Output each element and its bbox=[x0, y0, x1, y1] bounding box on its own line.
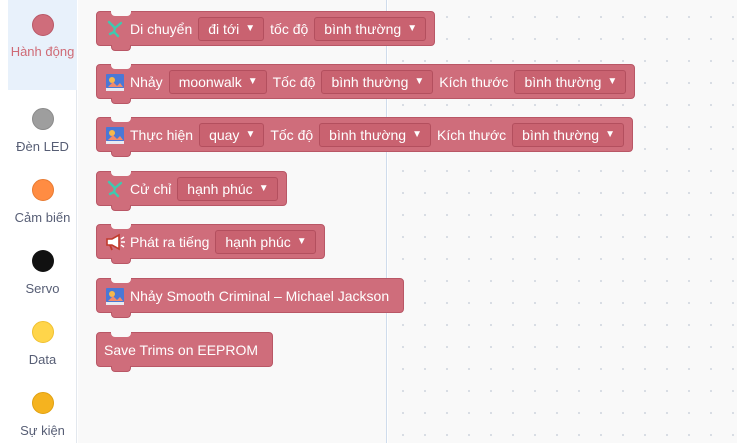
category-label: Hành động bbox=[10, 44, 75, 59]
dance-value: moonwalk bbox=[178, 73, 242, 90]
app-root: Hành động Đèn LED Cảm biến Servo Data Sự… bbox=[0, 0, 737, 443]
gesture-block-label: Cử chỉ bbox=[130, 180, 172, 197]
speed-value: bình thường bbox=[324, 20, 402, 37]
category-servo[interactable]: Servo bbox=[8, 250, 77, 298]
move-block-label: Di chuyển bbox=[130, 20, 193, 37]
perform-block[interactable]: Thực hiện quay ▼ Tốc độ bình thường ▼ Kí… bbox=[96, 117, 634, 157]
size-dropdown[interactable]: bình thường ▼ bbox=[512, 122, 625, 147]
caret-down-icon: ▼ bbox=[296, 236, 307, 247]
category-dot-icon bbox=[31, 250, 54, 272]
perform-block-label: Thực hiện bbox=[130, 126, 194, 143]
action-value: quay bbox=[209, 126, 240, 143]
dance-stage-icon bbox=[104, 71, 126, 93]
caret-down-icon: ▼ bbox=[247, 76, 258, 87]
speed-value: bình thường bbox=[329, 126, 407, 143]
action-dropdown[interactable]: quay ▼ bbox=[199, 122, 265, 147]
speed-dropdown[interactable]: bình thường ▼ bbox=[319, 122, 432, 147]
size-value: bình thường bbox=[522, 126, 600, 143]
category-label: Servo bbox=[25, 281, 60, 296]
mood-value: hạnh phúc bbox=[225, 233, 291, 250]
category-sensor[interactable]: Cảm biến bbox=[8, 179, 77, 227]
category-actions[interactable]: Hành động bbox=[8, 0, 77, 90]
caret-down-icon: ▼ bbox=[407, 23, 418, 34]
caret-down-icon: ▼ bbox=[412, 129, 423, 140]
direction-dropdown[interactable]: đi tới ▼ bbox=[198, 16, 265, 41]
caret-down-icon: ▼ bbox=[605, 129, 616, 140]
smooth-criminal-label: Nhảy Smooth Criminal – Michael Jackson bbox=[130, 287, 390, 304]
save-trims-label: Save Trims on EEPROM bbox=[104, 341, 259, 358]
size-label: Kích thước bbox=[437, 126, 507, 143]
speed-label: Tốc độ bbox=[272, 73, 316, 90]
dance-stage-icon bbox=[104, 285, 126, 307]
gesture-block[interactable]: Cử chỉ hạnh phúc ▼ bbox=[96, 171, 287, 211]
caret-down-icon: ▼ bbox=[245, 23, 256, 34]
sound-block-label: Phát ra tiếng bbox=[130, 233, 210, 250]
category-events[interactable]: Sự kiện bbox=[8, 392, 77, 440]
speed-value: bình thường bbox=[331, 73, 409, 90]
category-dot-icon bbox=[31, 14, 54, 36]
save-trims-block[interactable]: Save Trims on EEPROM bbox=[96, 332, 274, 372]
category-led[interactable]: Đèn LED bbox=[8, 108, 77, 156]
caret-down-icon: ▼ bbox=[245, 129, 256, 140]
move-block[interactable]: Di chuyển đi tới ▼ tốc độ bình thường ▼ bbox=[96, 11, 436, 51]
size-label: Kích thước bbox=[439, 73, 509, 90]
caret-down-icon: ▼ bbox=[414, 76, 425, 87]
category-label: Đèn LED bbox=[16, 139, 69, 154]
dance-dropdown[interactable]: moonwalk ▼ bbox=[168, 69, 267, 94]
jump-block[interactable]: Nhảy moonwalk ▼ Tốc độ bình thường ▼ Kíc… bbox=[96, 64, 636, 104]
caret-down-icon: ▼ bbox=[607, 76, 618, 87]
category-label: Sự kiện bbox=[20, 423, 65, 438]
megaphone-icon bbox=[104, 231, 126, 253]
size-dropdown[interactable]: bình thường ▼ bbox=[514, 69, 627, 94]
size-value: bình thường bbox=[524, 73, 602, 90]
direction-value: đi tới bbox=[208, 20, 240, 37]
dance-figure-icon bbox=[104, 178, 126, 200]
speed-label: Tốc độ bbox=[270, 126, 314, 143]
caret-down-icon: ▼ bbox=[258, 183, 269, 194]
speed-dropdown[interactable]: bình thường ▼ bbox=[321, 69, 434, 94]
category-data[interactable]: Data bbox=[8, 321, 77, 369]
sound-block[interactable]: Phát ra tiếng hạnh phúc ▼ bbox=[96, 224, 325, 264]
category-label: Data bbox=[28, 352, 57, 367]
speed-label: tốc độ bbox=[270, 20, 309, 37]
mood-dropdown[interactable]: hạnh phúc ▼ bbox=[215, 229, 316, 254]
jump-block-label: Nhảy bbox=[130, 73, 163, 90]
speed-dropdown[interactable]: bình thường ▼ bbox=[314, 16, 427, 41]
smooth-criminal-block[interactable]: Nhảy Smooth Criminal – Michael Jackson bbox=[96, 278, 405, 318]
category-dot-icon bbox=[31, 108, 54, 130]
category-dot-icon bbox=[31, 321, 54, 343]
category-dot-icon bbox=[31, 392, 54, 414]
category-sidebar: Hành động Đèn LED Cảm biến Servo Data Sự… bbox=[0, 0, 77, 443]
category-dot-icon bbox=[31, 179, 54, 201]
dance-stage-icon bbox=[104, 124, 126, 146]
category-label: Cảm biến bbox=[14, 210, 71, 225]
mood-dropdown[interactable]: hạnh phúc ▼ bbox=[177, 176, 278, 201]
mood-value: hạnh phúc bbox=[187, 180, 253, 197]
dance-figure-icon bbox=[104, 18, 126, 40]
